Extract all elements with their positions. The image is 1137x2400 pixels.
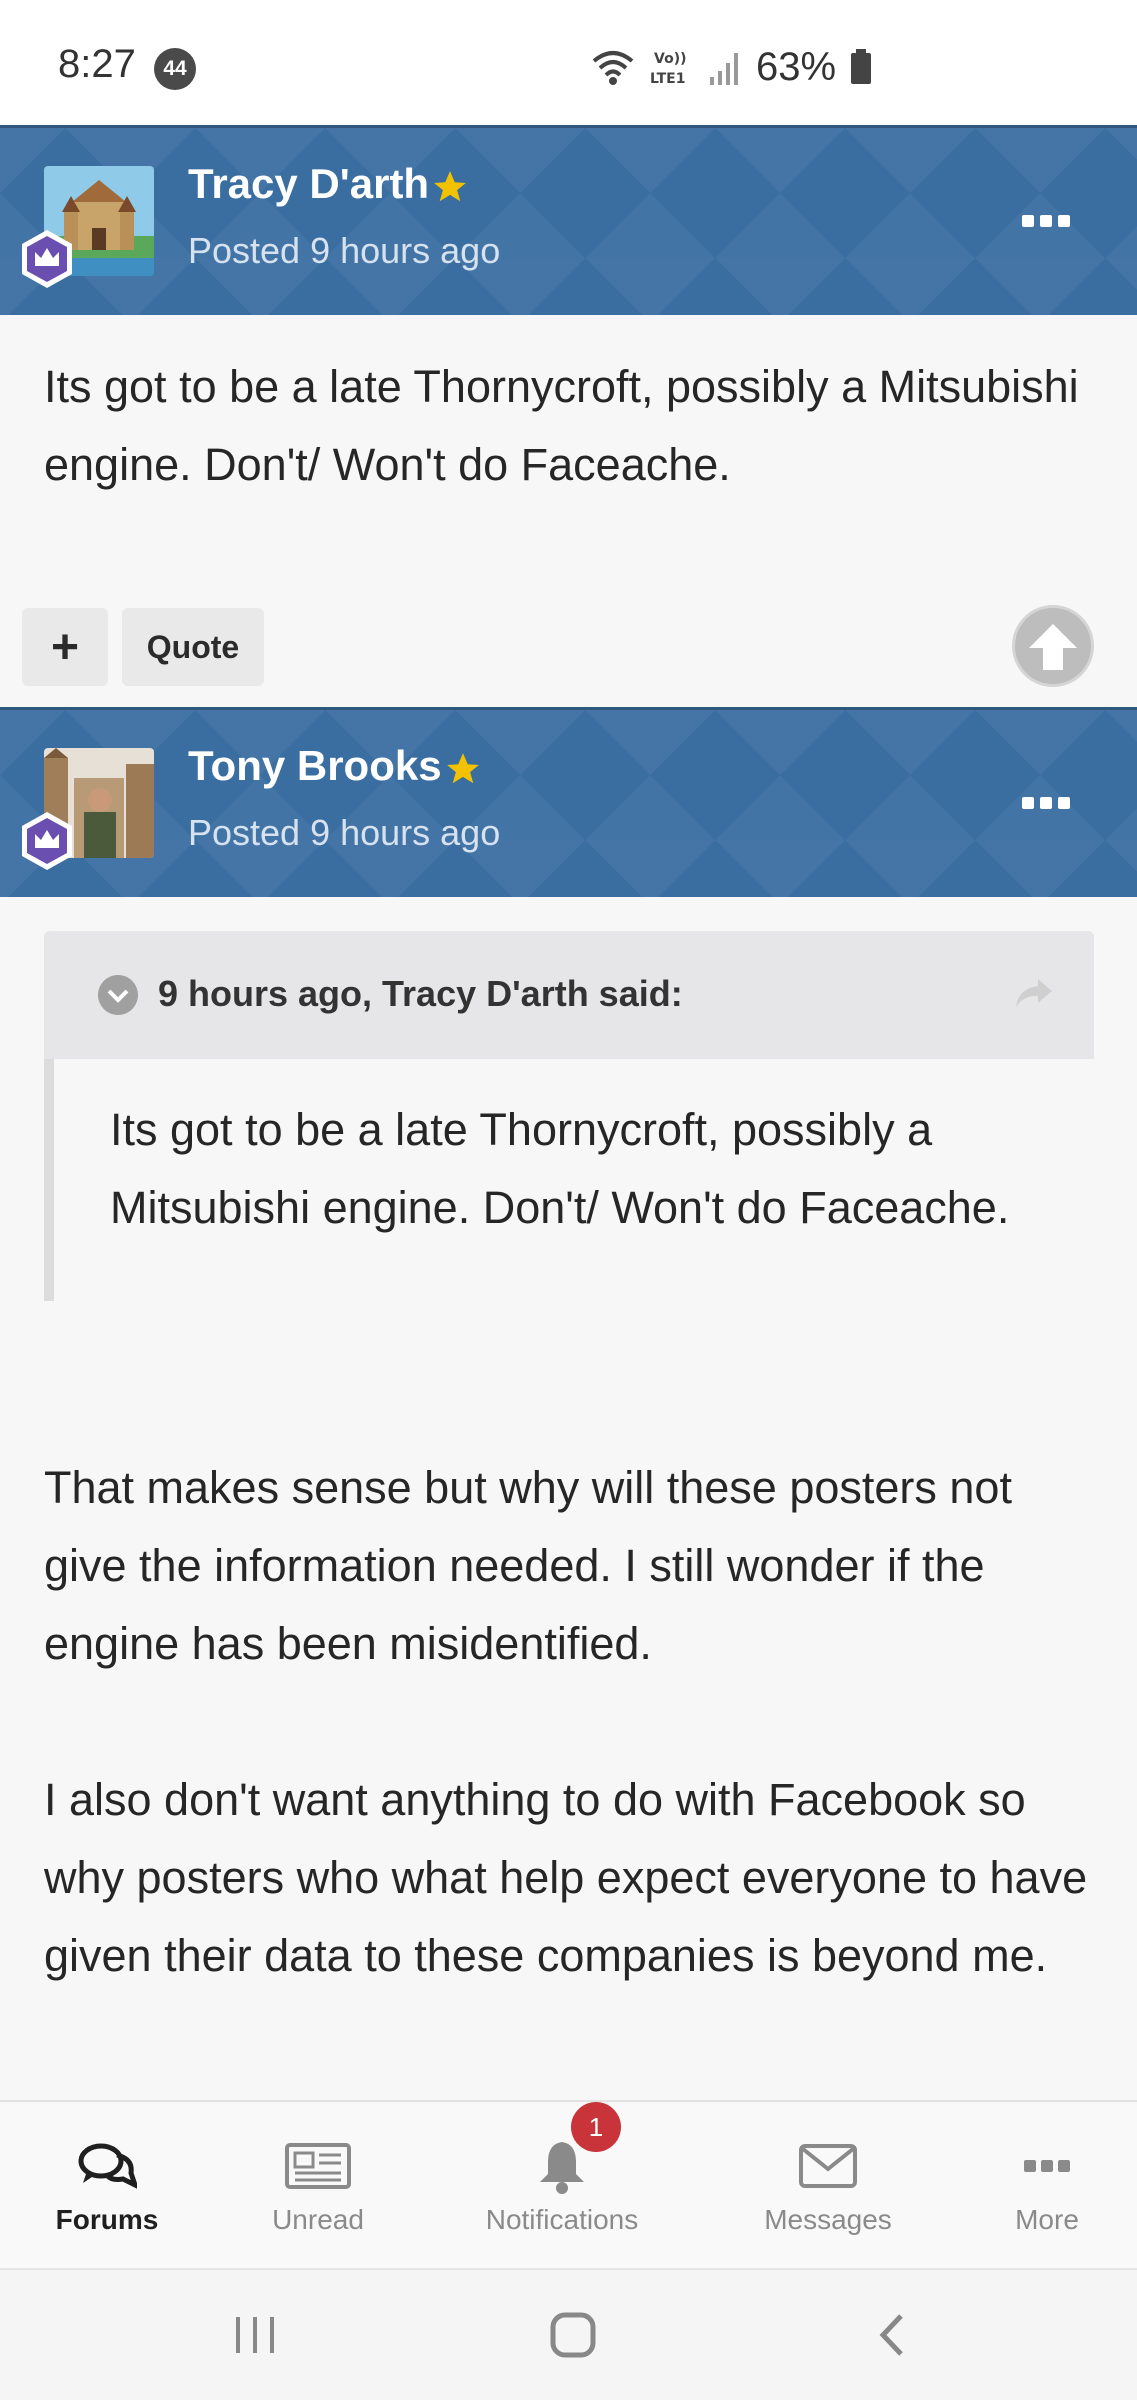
chevron-down-icon[interactable] bbox=[98, 975, 138, 1015]
quote-body: Its got to be a late Thornycroft, possib… bbox=[44, 1059, 1094, 1301]
volte-icon: Vo)) LTE1 bbox=[650, 51, 686, 87]
battery-percent: 63% bbox=[756, 44, 837, 89]
more-icon bbox=[1022, 2136, 1072, 2196]
post-header: Tracy D'arth Posted 9 hours ago bbox=[0, 125, 1137, 315]
back-icon bbox=[879, 2314, 903, 2356]
post-paragraph: That makes sense but why will these post… bbox=[44, 1462, 1012, 1669]
quote-citation: 9 hours ago, Tracy D'arth said: bbox=[158, 973, 683, 1014]
star-icon bbox=[434, 171, 466, 202]
share-arrow-icon[interactable] bbox=[1014, 977, 1054, 1011]
quote-button[interactable]: Quote bbox=[122, 608, 264, 686]
status-icons: Vo)) LTE1 63% bbox=[590, 42, 872, 92]
arrow-up-icon bbox=[1029, 624, 1077, 670]
dot bbox=[1040, 215, 1052, 227]
signal-icon bbox=[710, 53, 738, 85]
tab-more[interactable]: More bbox=[1002, 2102, 1092, 2270]
notification-badge: 1 bbox=[571, 2102, 621, 2152]
dot bbox=[1058, 215, 1070, 227]
tab-label: Messages bbox=[764, 2204, 892, 2235]
tab-unread[interactable]: Unread bbox=[258, 2102, 378, 2270]
home-icon bbox=[550, 2312, 596, 2358]
quote-block: 9 hours ago, Tracy D'arth said: Its got … bbox=[44, 931, 1094, 1371]
status-bar: 8:27 44 Vo)) LTE1 63% bbox=[0, 0, 1137, 125]
rank-badge-icon bbox=[22, 812, 72, 870]
battery-icon bbox=[851, 49, 872, 84]
author-name[interactable]: Tony Brooks bbox=[188, 742, 442, 790]
post-body: Its got to be a late Thornycroft, possib… bbox=[44, 361, 1079, 490]
star-icon bbox=[446, 753, 479, 784]
post-header: Tony Brooks Posted 9 hours ago bbox=[0, 707, 1137, 897]
quote-text: Its got to be a late Thornycroft, possib… bbox=[110, 1104, 1010, 1233]
unread-icon bbox=[285, 2136, 351, 2196]
dot bbox=[1022, 215, 1034, 227]
post-menu-button[interactable] bbox=[1021, 206, 1071, 236]
wifi-icon bbox=[592, 51, 634, 85]
tab-label: More bbox=[1015, 2204, 1079, 2235]
tab-notifications[interactable]: Notifications 1 bbox=[472, 2102, 652, 2270]
author-name[interactable]: Tracy D'arth bbox=[188, 160, 429, 208]
tab-label: Notifications bbox=[485, 2204, 639, 2235]
svg-text:LTE1: LTE1 bbox=[650, 71, 685, 87]
home-button[interactable] bbox=[528, 2300, 618, 2370]
post-timestamp: Posted 9 hours ago bbox=[188, 230, 501, 271]
react-plus-button[interactable]: + bbox=[22, 608, 108, 686]
notification-count-badge: 44 bbox=[154, 48, 196, 90]
scroll-to-top-button[interactable] bbox=[1012, 605, 1094, 687]
svg-text:Vo)): Vo)) bbox=[654, 51, 686, 67]
dot bbox=[1022, 797, 1034, 809]
tab-label: Forums bbox=[55, 2204, 159, 2235]
forums-icon bbox=[77, 2136, 137, 2196]
system-nav-bar bbox=[0, 2268, 1137, 2400]
dot bbox=[1040, 797, 1052, 809]
envelope-icon bbox=[798, 2136, 858, 2196]
post-timestamp: Posted 9 hours ago bbox=[188, 812, 501, 853]
quote-header[interactable]: 9 hours ago, Tracy D'arth said: bbox=[44, 931, 1094, 1059]
tab-label: Unread bbox=[272, 2204, 364, 2235]
tab-messages[interactable]: Messages bbox=[752, 2102, 904, 2270]
bottom-tab-bar: Forums Unread Notifications 1 Messages M… bbox=[0, 2100, 1137, 2268]
back-button[interactable] bbox=[846, 2300, 936, 2370]
recent-apps-button[interactable] bbox=[210, 2300, 300, 2370]
recent-apps-icon bbox=[236, 2317, 274, 2353]
rank-badge-icon bbox=[22, 230, 72, 288]
dot bbox=[1058, 797, 1070, 809]
tab-forums[interactable]: Forums bbox=[40, 2102, 174, 2270]
post-menu-button[interactable] bbox=[1021, 788, 1071, 818]
author-row: Tracy D'arth bbox=[188, 160, 469, 208]
status-time: 8:27 bbox=[58, 42, 136, 86]
author-row: Tony Brooks bbox=[188, 742, 482, 790]
post-paragraph: I also don't want anything to do with Fa… bbox=[44, 1774, 1088, 1981]
